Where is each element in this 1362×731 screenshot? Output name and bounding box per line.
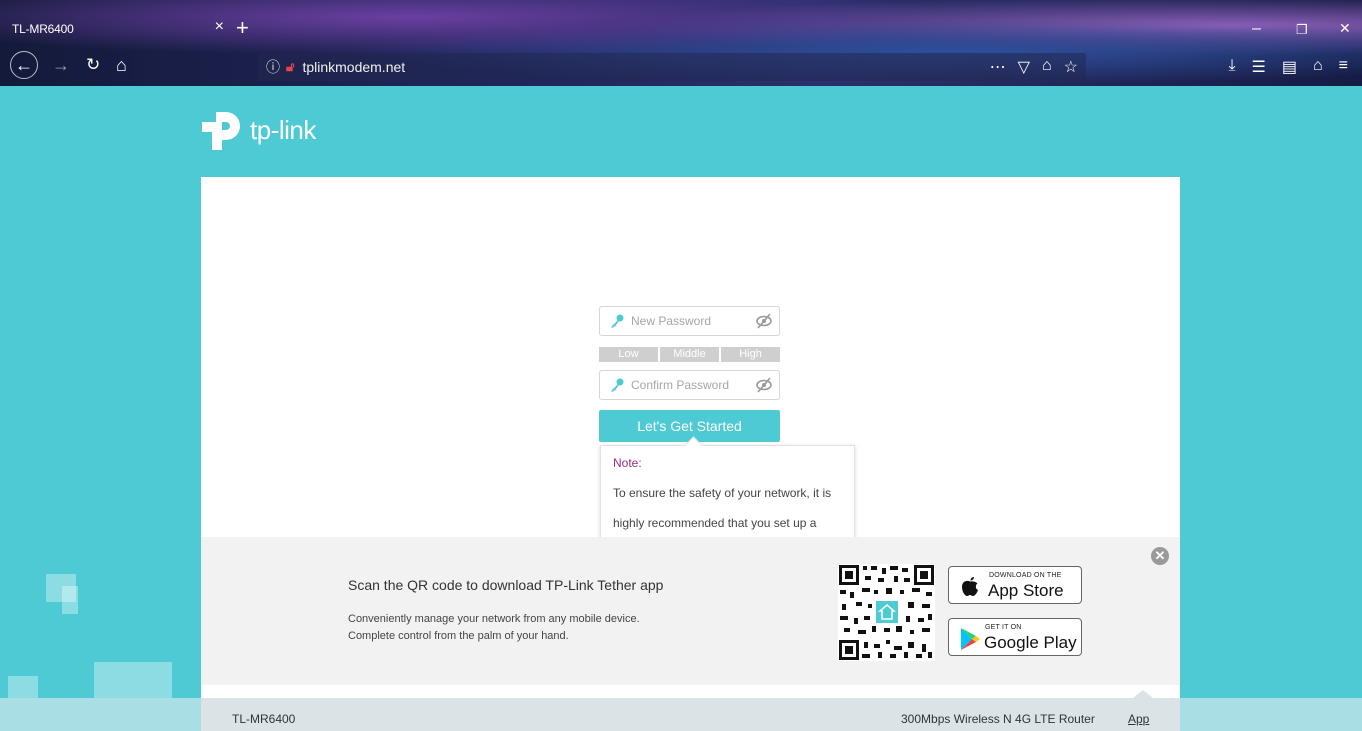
banner-title: Scan the QR code to download TP-Link Tet… — [348, 577, 664, 593]
footer-app-link[interactable]: App — [1128, 712, 1149, 726]
strength-middle: Middle — [660, 347, 719, 362]
google-play-icon — [961, 628, 980, 650]
google-play-text: Google Play — [984, 633, 1077, 652]
close-banner-icon[interactable]: ✕ — [1151, 547, 1169, 565]
router-page: tp-link Low Middle High Let's Get Starte… — [0, 86, 1362, 731]
tab-title: TL-MR6400 — [12, 22, 74, 36]
confirm-password-field[interactable] — [599, 370, 780, 400]
password-strength-bar: Low Middle High — [599, 347, 780, 362]
forward-arrow-icon[interactable]: → — [52, 54, 70, 76]
nav-bar: ← → ↻ ⌂ ⓘ 🔓︎ tplinkmodem.net ⋯ ▽ ⌂ ☆ ⤓ ☰… — [0, 48, 1362, 84]
key-icon — [611, 378, 624, 392]
minimize-button[interactable]: – — [1252, 20, 1261, 38]
tab-bar: TL-MR6400 × + – ❐ ✕ — [0, 14, 1362, 46]
app-store-text: App Store — [988, 581, 1064, 600]
reload-icon[interactable]: ↻ — [86, 54, 100, 76]
eye-hidden-icon[interactable] — [755, 313, 773, 329]
new-tab-button[interactable]: + — [236, 17, 249, 39]
reader-icon[interactable]: ▤ — [1282, 57, 1297, 77]
note-title: Note: — [613, 456, 642, 470]
footer-notch — [1133, 690, 1153, 698]
home-icon[interactable]: ⌂ — [116, 54, 127, 76]
url-text[interactable]: tplinkmodem.net — [302, 59, 405, 75]
info-icon[interactable]: ⓘ — [266, 57, 280, 77]
address-bar[interactable]: ⓘ 🔓︎ tplinkmodem.net ⋯ ▽ ⌂ ☆ — [258, 53, 1086, 81]
qr-code — [838, 564, 935, 661]
new-password-input[interactable] — [629, 313, 751, 329]
download-icon[interactable]: ⤓ — [1228, 57, 1235, 77]
close-window-button[interactable]: ✕ — [1339, 20, 1351, 37]
apple-icon — [962, 577, 978, 596]
strength-low: Low — [599, 347, 658, 362]
toolbar-icons: ⤓ ☰ ▤ ⌂ ≡ — [1228, 57, 1348, 77]
banner-line: Complete control from the palm of your h… — [348, 630, 569, 642]
confirm-password-input[interactable] — [629, 377, 751, 393]
page-actions-icon[interactable]: ⋯ — [990, 57, 1006, 77]
strength-high: High — [721, 347, 780, 362]
new-password-field[interactable] — [599, 306, 780, 336]
google-play-button[interactable]: GET IT ON Google Play — [948, 618, 1082, 656]
logo-text: tp-link — [250, 114, 316, 145]
insecure-lock-icon[interactable]: 🔓︎ — [286, 59, 294, 75]
tp-link-logo-icon — [202, 112, 240, 150]
key-icon — [611, 314, 624, 328]
google-play-small-text: GET IT ON — [985, 624, 1022, 631]
note-line: To ensure the safety of your network, it… — [613, 486, 832, 500]
browser-chrome: TL-MR6400 × + – ❐ ✕ ← → ↻ ⌂ ⓘ 🔓︎ tplinkm… — [0, 0, 1362, 86]
footer: TL-MR6400 300Mbps Wireless N 4G LTE Rout… — [0, 690, 1362, 731]
extension-icon[interactable]: ⌂ — [1313, 57, 1323, 77]
library-icon[interactable]: ☰ — [1252, 57, 1266, 77]
banner-line: Conveniently manage your network from an… — [348, 613, 640, 625]
tab-close-icon[interactable]: × — [215, 18, 224, 36]
back-arrow-icon[interactable]: ← — [10, 51, 38, 79]
eye-hidden-icon[interactable] — [755, 377, 773, 393]
tether-app-banner: Scan the QR code to download TP-Link Tet… — [201, 537, 1180, 685]
footer-model: TL-MR6400 — [232, 712, 296, 726]
note-line: highly recommended that you set up a — [613, 516, 817, 530]
app-store-button[interactable]: DOWNLOAD ON THE App Store — [948, 566, 1082, 604]
note-tooltip: Note: To ensure the safety of your netwo… — [600, 436, 855, 545]
tp-link-logo: tp-link — [200, 108, 316, 152]
browser-tab[interactable]: TL-MR6400 × — [8, 14, 230, 44]
bookmark-star-icon[interactable]: ☆ — [1064, 57, 1078, 77]
lets-get-started-button[interactable]: Let's Get Started — [599, 410, 780, 442]
footer-description: 300Mbps Wireless N 4G LTE Router — [901, 712, 1095, 726]
addon-icon[interactable]: ⌂ — [1042, 57, 1052, 77]
deco-square — [62, 586, 78, 614]
footer-bar: TL-MR6400 300Mbps Wireless N 4G LTE Rout… — [201, 690, 1180, 731]
pocket-icon[interactable]: ▽ — [1018, 57, 1030, 77]
menu-icon[interactable]: ≡ — [1339, 57, 1348, 77]
restore-button[interactable]: ❐ — [1296, 22, 1308, 38]
app-store-small-text: DOWNLOAD ON THE — [989, 572, 1062, 579]
